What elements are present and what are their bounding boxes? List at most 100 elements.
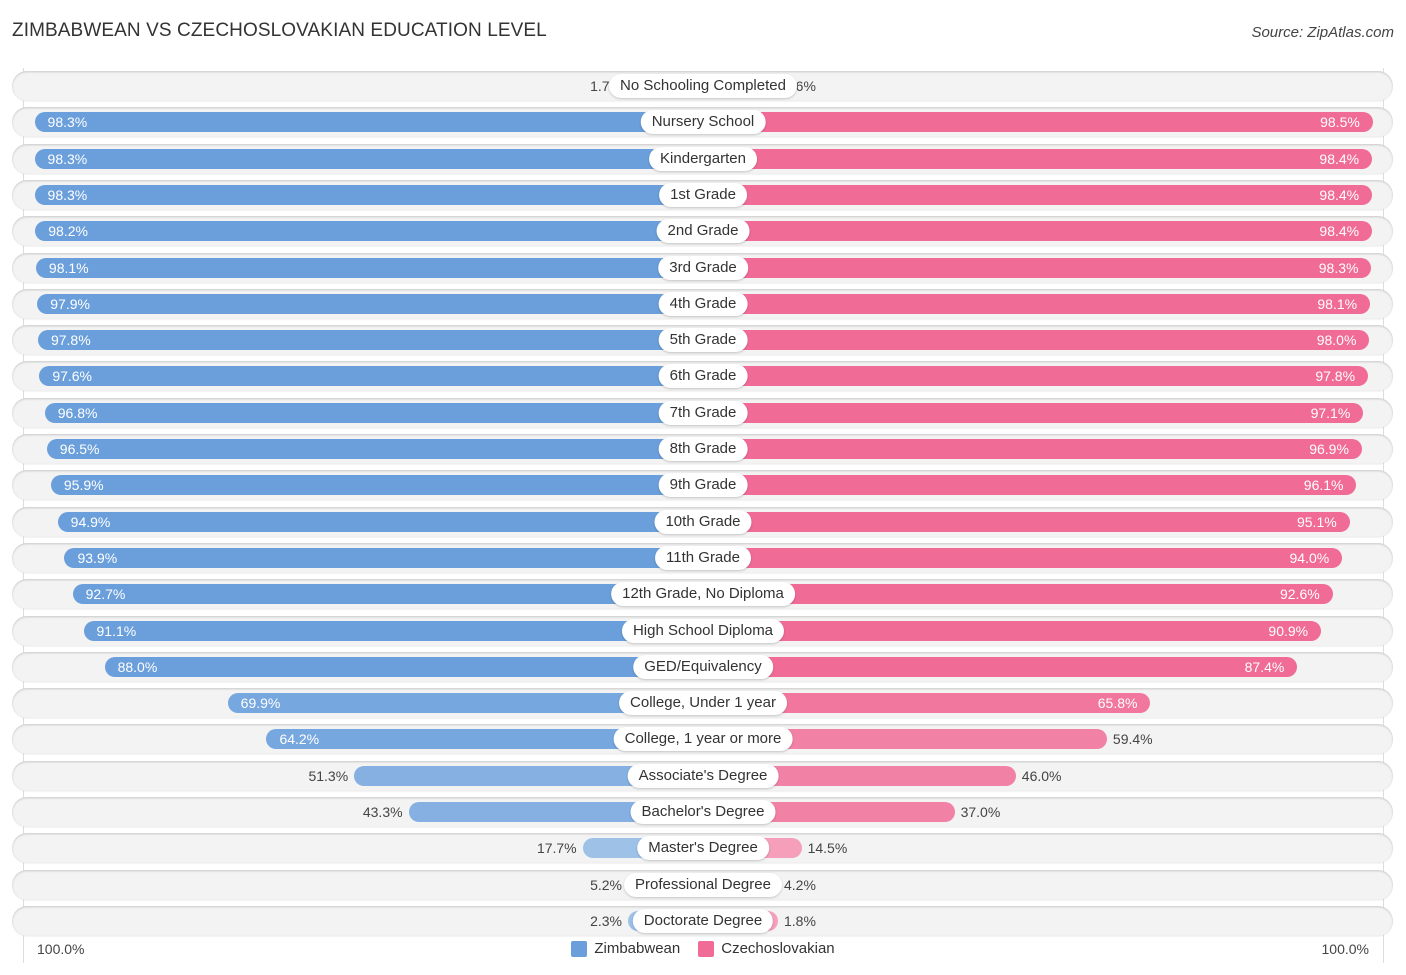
legend: Zimbabwean Czechoslovakian xyxy=(0,940,1406,957)
value-label-czechoslovakian: 90.9% xyxy=(1268,622,1309,639)
category-label: 6th Grade xyxy=(658,364,748,389)
bar-zimbabwean[interactable] xyxy=(34,184,703,205)
bar-zimbabwean[interactable] xyxy=(37,293,703,314)
value-label-zimbabwean: 17.7% xyxy=(536,840,577,857)
bar-zimbabwean[interactable] xyxy=(35,257,703,278)
value-label-czechoslovakian: 4.2% xyxy=(784,876,816,893)
value-label-zimbabwean: 94.9% xyxy=(70,513,111,530)
bar-czechoslovakian[interactable] xyxy=(703,112,1373,133)
value-label-czechoslovakian: 14.5% xyxy=(807,840,848,857)
bar-zimbabwean[interactable] xyxy=(39,366,703,387)
bar-czechoslovakian[interactable] xyxy=(703,221,1373,242)
value-label-zimbabwean: 98.3% xyxy=(47,186,88,203)
bar-zimbabwean[interactable] xyxy=(50,475,703,496)
value-label-czechoslovakian: 98.3% xyxy=(1318,259,1359,276)
value-label-czechoslovakian: 65.8% xyxy=(1097,695,1138,712)
bar-czechoslovakian[interactable] xyxy=(703,293,1371,314)
bar-czechoslovakian[interactable] xyxy=(703,148,1373,169)
bar-zimbabwean[interactable] xyxy=(46,439,703,459)
value-label-czechoslovakian: 98.4% xyxy=(1319,150,1360,167)
value-label-czechoslovakian: 98.1% xyxy=(1317,295,1358,312)
value-label-zimbabwean: 93.9% xyxy=(77,549,118,566)
value-label-czechoslovakian: 37.0% xyxy=(960,804,1001,820)
value-label-zimbabwean: 2.3% xyxy=(590,912,622,929)
value-label-zimbabwean: 91.1% xyxy=(96,622,137,639)
bar-czechoslovakian[interactable] xyxy=(703,584,1333,605)
bar-zimbabwean[interactable] xyxy=(34,112,703,133)
category-label: 10th Grade xyxy=(654,509,752,534)
bar-zimbabwean[interactable] xyxy=(57,511,703,532)
bar-zimbabwean[interactable] xyxy=(37,330,703,351)
value-label-zimbabwean: 92.7% xyxy=(85,586,126,603)
value-label-zimbabwean: 97.9% xyxy=(50,295,90,312)
value-label-zimbabwean: 98.3% xyxy=(47,150,88,167)
category-label: Kindergarten xyxy=(649,146,757,171)
category-label: 7th Grade xyxy=(658,400,748,425)
value-label-czechoslovakian: 98.0% xyxy=(1316,332,1357,349)
bar-czechoslovakian[interactable] xyxy=(703,366,1369,387)
category-label: GED/Equivalency xyxy=(633,654,773,679)
chart-title: ZIMBABWEAN VS CZECHOSLOVAKIAN EDUCATION … xyxy=(12,20,547,41)
category-label: High School Diploma xyxy=(621,618,785,643)
value-label-zimbabwean: 98.3% xyxy=(47,114,88,131)
bar-czechoslovakian[interactable] xyxy=(703,511,1350,532)
bar-czechoslovakian[interactable] xyxy=(703,257,1372,278)
bar-czechoslovakian[interactable] xyxy=(703,402,1364,423)
legend-item-zimbabwean[interactable]: Zimbabwean xyxy=(571,940,680,957)
bar-zimbabwean[interactable] xyxy=(104,656,703,677)
value-label-zimbabwean: 96.5% xyxy=(59,441,100,457)
bar-czechoslovakian[interactable] xyxy=(703,656,1298,677)
bar-czechoslovakian[interactable] xyxy=(703,184,1373,205)
category-label: College, 1 year or more xyxy=(613,727,793,752)
bar-czechoslovakian[interactable] xyxy=(703,547,1343,568)
value-label-czechoslovakian: 98.4% xyxy=(1319,186,1360,203)
category-label: 4th Grade xyxy=(658,291,748,316)
bar-zimbabwean[interactable] xyxy=(83,620,703,641)
legend-label-czechoslovakian: Czechoslovakian xyxy=(721,940,835,957)
bar-zimbabwean[interactable] xyxy=(44,402,703,423)
bar-zimbabwean[interactable] xyxy=(64,547,703,568)
category-label: 12th Grade, No Diploma xyxy=(611,582,795,607)
category-label: Associate's Degree xyxy=(627,763,779,788)
value-label-czechoslovakian: 97.1% xyxy=(1310,404,1351,421)
value-label-zimbabwean: 98.1% xyxy=(48,259,89,276)
bar-czechoslovakian[interactable] xyxy=(703,330,1370,351)
category-label: College, Under 1 year xyxy=(619,691,787,716)
category-label: 11th Grade xyxy=(655,545,751,570)
category-label: 5th Grade xyxy=(658,328,748,353)
bar-czechoslovakian[interactable] xyxy=(703,439,1362,459)
legend-label-zimbabwean: Zimbabwean xyxy=(594,940,681,957)
value-label-zimbabwean: 95.9% xyxy=(63,477,104,494)
value-label-czechoslovakian: 96.9% xyxy=(1309,441,1349,457)
value-label-zimbabwean: 5.2% xyxy=(590,876,622,893)
value-label-czechoslovakian: 94.0% xyxy=(1289,549,1330,566)
bar-zimbabwean[interactable] xyxy=(35,221,703,242)
category-label: Professional Degree xyxy=(624,872,782,897)
legend-swatch-zimbabwean xyxy=(571,940,588,957)
source-label: Source: ZipAtlas.com xyxy=(1251,24,1394,41)
category-label: Nursery School xyxy=(640,110,766,135)
value-label-zimbabwean: 51.3% xyxy=(308,767,349,784)
value-label-czechoslovakian: 59.4% xyxy=(1112,731,1153,748)
category-label: 3rd Grade xyxy=(658,255,748,280)
legend-item-czechoslovakian[interactable]: Czechoslovakian xyxy=(698,940,835,957)
bar-czechoslovakian[interactable] xyxy=(703,475,1357,496)
category-label: 8th Grade xyxy=(658,437,748,461)
value-label-zimbabwean: 69.9% xyxy=(240,695,281,712)
value-label-czechoslovakian: 1.8% xyxy=(784,912,816,929)
value-label-zimbabwean: 97.6% xyxy=(52,368,93,385)
value-label-czechoslovakian: 98.5% xyxy=(1320,114,1360,131)
value-label-czechoslovakian: 87.4% xyxy=(1244,658,1285,675)
value-label-czechoslovakian: 95.1% xyxy=(1296,513,1337,530)
value-label-czechoslovakian: 46.0% xyxy=(1021,767,1062,784)
value-label-zimbabwean: 97.8% xyxy=(50,332,91,349)
category-label: No Schooling Completed xyxy=(609,74,797,98)
value-label-czechoslovakian: 97.8% xyxy=(1315,368,1356,385)
bar-zimbabwean[interactable] xyxy=(34,148,703,169)
category-label: Master's Degree xyxy=(637,836,769,861)
category-label: 1st Grade xyxy=(659,182,747,207)
bar-zimbabwean[interactable] xyxy=(72,584,703,605)
value-label-czechoslovakian: 98.4% xyxy=(1319,223,1360,240)
category-label: Doctorate Degree xyxy=(632,908,774,933)
bar-czechoslovakian[interactable] xyxy=(703,620,1322,641)
